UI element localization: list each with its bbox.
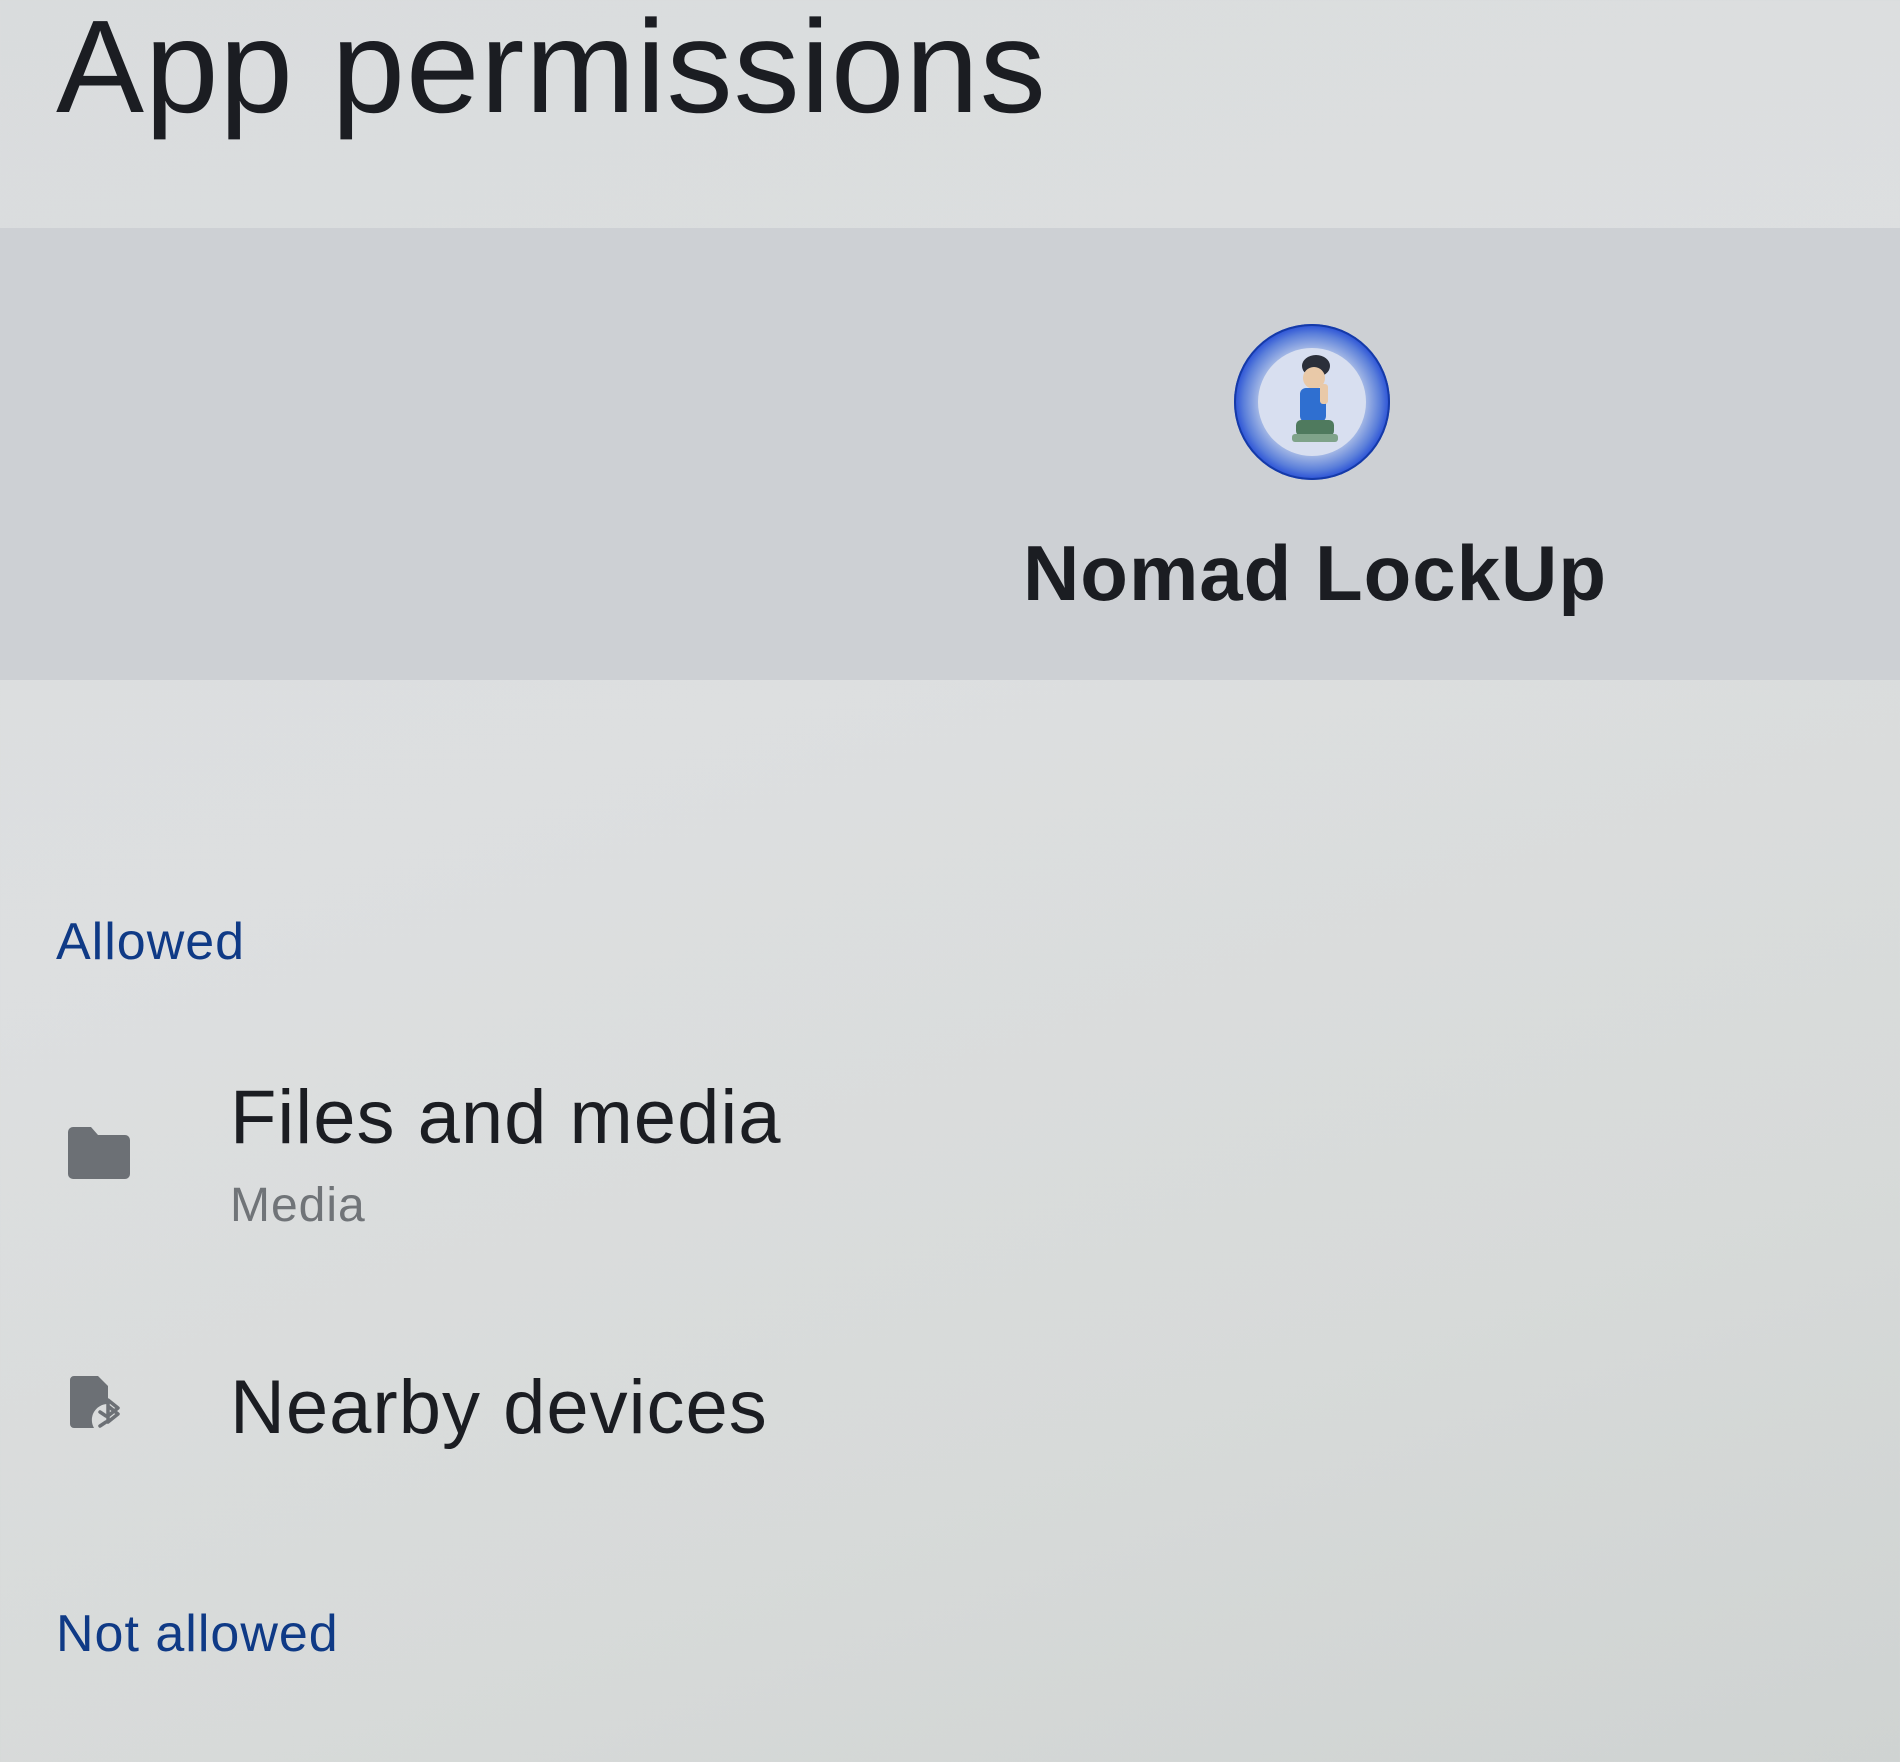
permission-item-nearby-devices[interactable]: Nearby devices [0, 1330, 1900, 1560]
app-name: Nomad LockUp [1022, 529, 1608, 617]
permission-title: Nearby devices [230, 1365, 768, 1450]
nearby-devices-icon [70, 1376, 120, 1428]
section-header-not-allowed: Not allowed [56, 1605, 339, 1663]
app-header: Nomad LockUp [0, 228, 1900, 680]
permission-subtitle: Media [230, 1179, 366, 1232]
permission-item-files-and-media[interactable]: Files and media Media [0, 1050, 1900, 1280]
app-avatar-illustration [1258, 348, 1366, 456]
app-icon [1234, 324, 1390, 480]
page-title: App permissions [56, 0, 1047, 140]
section-header-allowed: Allowed [56, 913, 246, 971]
folder-icon [68, 1127, 130, 1179]
permission-title: Files and media [230, 1075, 782, 1160]
